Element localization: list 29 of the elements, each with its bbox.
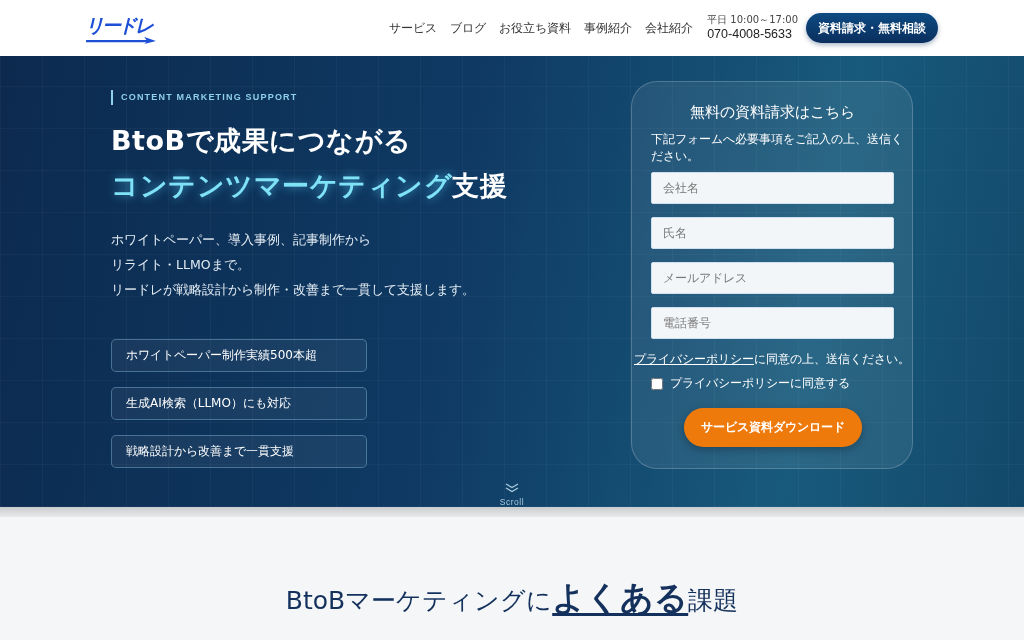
hero-description: ホワイトペーパー、導入事例、記事制作から リライト・LLMOまで。 リードレが戦略設計から制作・改善まで一貫して支援します。 — [111, 231, 475, 299]
input-field[interactable]: 会社名 — [651, 172, 894, 204]
nav-link[interactable]: サービス — [389, 19, 438, 37]
feature-item: 戦略設計から改善まで一貫支援 — [111, 435, 367, 468]
form-title: 無料の資料請求はこちら — [689, 103, 856, 122]
section-heading: BtoBマーケティングによくある課題 — [285, 577, 739, 619]
input-field[interactable]: メールアドレス — [651, 262, 894, 294]
nav-link[interactable]: 会社紹介 — [645, 19, 694, 37]
arrow-icon — [85, 36, 157, 44]
consent-checkbox[interactable] — [651, 377, 663, 390]
scroll-label: Scroll — [499, 497, 525, 507]
form-description: 下記フォームへ必要事項をご記入の上、送信ください。 — [651, 131, 904, 165]
nav-link[interactable]: お役立ち資料 — [499, 19, 572, 37]
input-field[interactable]: 電話番号 — [651, 307, 894, 339]
checkbox-label: プライバシーポリシーに同意する — [670, 376, 850, 391]
nav-link[interactable]: 事例紹介 — [584, 19, 633, 37]
hero-headline: BtoBで成果につながる コンテンツマーケティング支援 — [111, 124, 507, 203]
phone-number: 070-4008-5633 — [707, 26, 793, 42]
feature-item: 生成AI検索（LLMO）にも対応 — [111, 387, 367, 420]
consent-note: プライバシーポリシーに同意の上、送信ください。 — [634, 351, 910, 368]
logo-link[interactable]: リードレ — [85, 12, 157, 44]
nav-link[interactable]: ブログ — [450, 19, 487, 37]
double-chevron-down-icon — [505, 483, 519, 493]
eyebrow-label: CONTENT MARKETING SUPPORT — [111, 90, 298, 105]
input-field[interactable]: 氏名 — [651, 217, 894, 249]
contact-button[interactable]: 資料請求・無料相談 — [806, 13, 938, 43]
feature-item: ホワイトペーパー制作実績500本超 — [111, 339, 367, 372]
privacy-policy-link[interactable]: プライバシーポリシー — [634, 352, 754, 366]
business-hours: 平日 10:00～17:00 — [707, 14, 798, 26]
